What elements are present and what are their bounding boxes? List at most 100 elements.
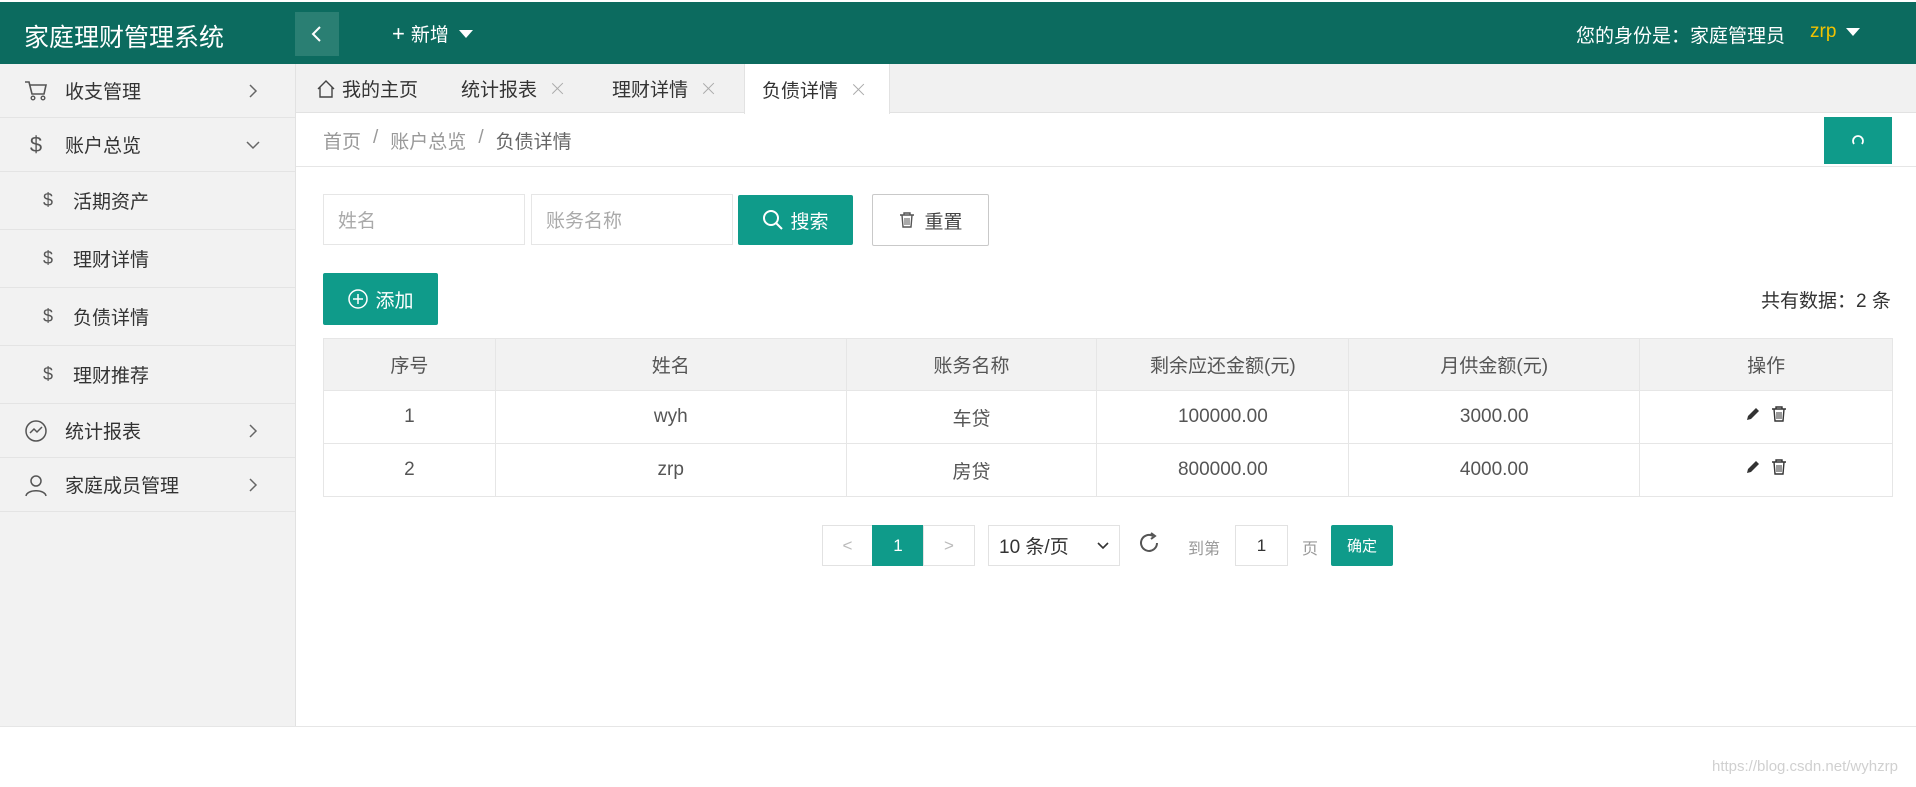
pager-next-button[interactable]: > xyxy=(923,525,975,566)
sidebar-collapse-button[interactable] xyxy=(295,12,339,56)
add-button[interactable]: 添加 xyxy=(323,273,438,325)
user-icon xyxy=(24,473,48,497)
cell-remaining: 800000.00 xyxy=(1096,443,1350,497)
cell-remaining: 100000.00 xyxy=(1096,390,1350,444)
delete-icon[interactable] xyxy=(1771,459,1787,475)
plus-circle-icon xyxy=(348,289,369,309)
column-header: 剩余应还金额(元) xyxy=(1096,338,1350,391)
debt-table: 序号 姓名 账务名称 剩余应还金额(元) 月供金额(元) 操作 1 wyh 车贷… xyxy=(323,338,1893,497)
goto-page-input[interactable]: 1 xyxy=(1235,525,1288,566)
search-icon xyxy=(763,210,784,230)
sidebar-item-debt-details[interactable]: $ 负债详情 xyxy=(0,288,295,346)
add-new-menu[interactable]: + 新增 xyxy=(392,20,473,47)
goto-confirm-button[interactable]: 确定 xyxy=(1331,525,1393,566)
refresh-icon xyxy=(1140,532,1158,552)
add-new-label: 新增 xyxy=(410,25,449,46)
chevron-down-icon xyxy=(246,140,260,149)
divider xyxy=(0,726,1916,727)
page-size-value: 10 条/页 xyxy=(999,537,1069,558)
reset-button[interactable]: 重置 xyxy=(872,194,989,246)
tab-bar: 我的主页 统计报表 理财详情 负债详情 xyxy=(296,64,1916,114)
page-unit-label: 页 xyxy=(1302,541,1319,558)
pager-prev-button[interactable]: < xyxy=(822,525,873,566)
sidebar-item-label: 收支管理 xyxy=(65,82,142,103)
tab-statistics[interactable]: 统计报表 xyxy=(461,64,564,113)
sidebar-item-family-members[interactable]: 家庭成员管理 xyxy=(0,458,295,512)
trash-icon xyxy=(900,212,915,228)
cell-account: 车贷 xyxy=(845,390,1098,444)
cell-index: 1 xyxy=(323,390,496,444)
column-header: 操作 xyxy=(1639,338,1893,391)
chevron-down-icon xyxy=(1097,541,1109,549)
home-icon xyxy=(317,79,335,98)
username: zrp xyxy=(1810,21,1837,42)
tab-label: 负债详情 xyxy=(762,80,839,102)
breadcrumb: 首页 / 账户总览 / 负债详情 xyxy=(323,127,572,154)
goto-label: 到第 xyxy=(1188,541,1221,558)
cell-monthly: 4000.00 xyxy=(1348,443,1641,497)
column-header: 序号 xyxy=(323,338,496,391)
plus-icon: + xyxy=(392,20,405,46)
search-button-label: 搜索 xyxy=(790,211,829,233)
add-button-label: 添加 xyxy=(375,290,414,312)
sidebar: 收支管理 $ 账户总览 $ 活期资产 $ 理财详情 $ 负债详情 $ 理财推荐 … xyxy=(0,64,296,726)
sidebar-item-label: 统计报表 xyxy=(65,422,142,443)
breadcrumb-bar: 首页 / 账户总览 / 负债详情 xyxy=(296,113,1916,167)
top-header: 家庭理财管理系统 + 新增 您的身份是：家庭管理员 zrp xyxy=(0,2,1916,64)
tab-debt-details[interactable]: 负债详情 xyxy=(744,64,890,114)
edit-icon[interactable] xyxy=(1745,459,1761,475)
refresh-page-button[interactable] xyxy=(1824,117,1892,164)
user-menu[interactable]: zrp xyxy=(1810,21,1861,43)
sidebar-item-financial-details[interactable]: $ 理财详情 xyxy=(0,230,295,288)
caret-down-icon xyxy=(1846,28,1861,36)
table-row: 1 wyh 车贷 100000.00 3000.00 xyxy=(323,390,1893,444)
column-header: 月供金额(元) xyxy=(1348,338,1641,391)
name-search-input[interactable]: 姓名 xyxy=(323,194,525,245)
account-search-input[interactable]: 账务名称 xyxy=(531,194,733,245)
sidebar-item-label: 理财推荐 xyxy=(73,366,150,387)
close-icon[interactable] xyxy=(702,82,715,95)
table-header-row: 序号 姓名 账务名称 剩余应还金额(元) 月供金额(元) 操作 xyxy=(323,338,1893,391)
sidebar-item-label: 账户总览 xyxy=(65,136,142,157)
cell-account: 房贷 xyxy=(845,443,1098,497)
tab-financial-details[interactable]: 理财详情 xyxy=(612,64,715,113)
page-size-select[interactable]: 10 条/页 xyxy=(988,525,1120,566)
close-icon[interactable] xyxy=(551,82,564,95)
close-icon[interactable] xyxy=(852,83,865,96)
column-header: 账务名称 xyxy=(845,338,1098,391)
cell-monthly: 3000.00 xyxy=(1348,390,1641,444)
sidebar-item-current-assets[interactable]: $ 活期资产 xyxy=(0,172,295,230)
dollar-icon: $ xyxy=(42,190,53,210)
sidebar-item-financial-recommendation[interactable]: $ 理财推荐 xyxy=(0,346,295,404)
table-row: 2 zrp 房贷 800000.00 4000.00 xyxy=(323,443,1893,497)
tab-home[interactable]: 我的主页 xyxy=(316,64,418,113)
sidebar-item-income-expense[interactable]: 收支管理 xyxy=(0,64,295,118)
breadcrumb-item[interactable]: 账户总览 xyxy=(390,127,466,154)
dollar-icon: $ xyxy=(42,248,53,268)
sidebar-item-account-overview[interactable]: $ 账户总览 xyxy=(0,118,295,172)
caret-down-icon xyxy=(458,29,473,38)
sidebar-item-label: 家庭成员管理 xyxy=(65,476,180,497)
tab-label: 理财详情 xyxy=(612,80,689,101)
pager-current-page[interactable]: 1 xyxy=(872,525,924,566)
search-button[interactable]: 搜索 xyxy=(738,195,853,245)
column-header: 姓名 xyxy=(494,338,847,391)
chevron-right-icon xyxy=(249,477,258,492)
breadcrumb-item[interactable]: 首页 xyxy=(323,127,361,154)
refresh-icon xyxy=(1852,134,1864,145)
dollar-icon: $ xyxy=(42,306,53,326)
cell-actions xyxy=(1639,443,1893,497)
chart-icon xyxy=(24,419,48,443)
delete-icon[interactable] xyxy=(1771,406,1787,422)
edit-icon[interactable] xyxy=(1745,406,1761,422)
watermark: https://blog.csdn.net/wyhzrp xyxy=(1712,758,1898,775)
sidebar-item-label: 活期资产 xyxy=(73,192,150,213)
chevron-right-icon xyxy=(249,423,258,438)
pager-refresh-button[interactable] xyxy=(1137,531,1161,560)
reset-button-label: 重置 xyxy=(924,211,963,233)
breadcrumb-separator: / xyxy=(478,127,484,148)
identity-label: 您的身份是：家庭管理员 xyxy=(1576,26,1786,47)
sidebar-item-statistics[interactable]: 统计报表 xyxy=(0,404,295,458)
total-count: 共有数据：2 条 xyxy=(1761,291,1891,312)
cell-name: wyh xyxy=(494,390,847,444)
